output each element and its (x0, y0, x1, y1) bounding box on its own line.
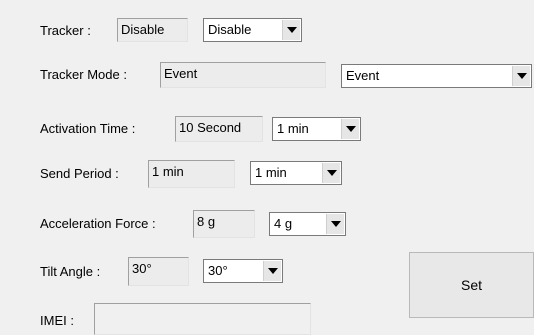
tracker-label: Tracker : (40, 23, 91, 38)
acceleration-force-label: Acceleration Force : (40, 216, 156, 231)
imei-field[interactable] (94, 303, 311, 335)
chevron-down-icon[interactable] (322, 163, 340, 183)
acceleration-force-current-value: 8 g (193, 210, 255, 238)
activation-time-label: Activation Time : (40, 121, 136, 136)
send-period-dropdown[interactable]: 1 min (250, 161, 342, 185)
chevron-down-icon[interactable] (326, 214, 344, 234)
chevron-down-icon[interactable] (341, 119, 359, 139)
tracker-current-value: Disable (117, 18, 188, 42)
set-button-label: Set (460, 277, 482, 293)
chevron-down-icon[interactable] (512, 66, 530, 86)
activation-time-dropdown-value: 1 min (277, 121, 309, 136)
tracker-dropdown-value: Disable (208, 22, 252, 37)
chevron-down-icon[interactable] (263, 261, 281, 281)
tilt-angle-dropdown-value: 30° (208, 263, 228, 278)
acceleration-force-dropdown[interactable]: 4 g (269, 212, 346, 236)
activation-time-dropdown[interactable]: 1 min (272, 117, 361, 141)
imei-label: IMEI : (40, 313, 74, 328)
acceleration-force-dropdown-value: 4 g (274, 216, 293, 231)
send-period-label: Send Period : (40, 166, 119, 181)
chevron-down-icon[interactable] (282, 20, 300, 40)
tracker-mode-dropdown[interactable]: Event (341, 64, 532, 88)
tilt-angle-label: Tilt Angle : (40, 264, 101, 279)
set-button[interactable]: Set (409, 252, 534, 318)
send-period-current-value: 1 min (148, 160, 235, 188)
tilt-angle-dropdown[interactable]: 30° (203, 259, 283, 283)
activation-time-current-value: 10 Second (175, 116, 263, 142)
tracker-dropdown[interactable]: Disable (203, 18, 302, 42)
send-period-dropdown-value: 1 min (255, 165, 287, 180)
tracker-mode-label: Tracker Mode : (40, 67, 127, 82)
tracker-settings-panel: Tracker : Disable Disable Tracker Mode :… (0, 0, 534, 335)
tilt-angle-current-value: 30° (128, 257, 189, 286)
tracker-mode-dropdown-value: Event (346, 68, 380, 83)
tracker-mode-current-value: Event (160, 62, 326, 88)
